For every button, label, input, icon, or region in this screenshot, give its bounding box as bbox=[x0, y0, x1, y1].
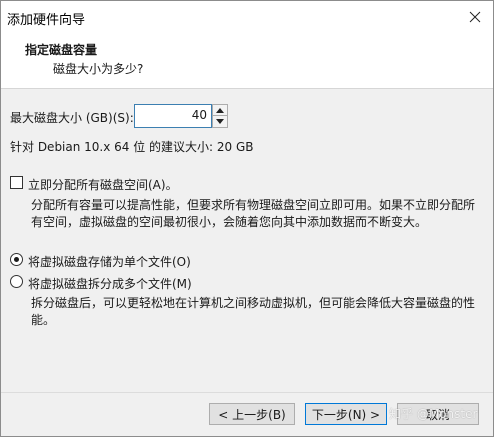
radio-selected-dot bbox=[14, 257, 19, 262]
triangle-down-icon bbox=[216, 119, 224, 124]
page-subtitle: 磁盘大小为多少? bbox=[53, 62, 144, 76]
watermark: 知乎 @Monster bbox=[389, 407, 478, 421]
footer-divider bbox=[1, 392, 493, 393]
split-description-line: 能。 bbox=[31, 313, 56, 327]
split-description-line: 拆分磁盘后，可以更轻松地在计算机之间移动虚拟机，但可能会降低大容量磁盘的性 bbox=[31, 296, 476, 310]
stepper-down-button[interactable] bbox=[213, 116, 227, 127]
allocate-description: 分配所有容量可以提高性能，但要求所有物理磁盘空间立即可用。如果不立即分配所 有空… bbox=[31, 197, 475, 231]
disk-size-value: 40 bbox=[191, 108, 207, 122]
multiple-files-label[interactable]: 将虚拟磁盘拆分成多个文件(M) bbox=[28, 275, 192, 292]
wizard-header: 指定磁盘容量 磁盘大小为多少? bbox=[1, 33, 493, 89]
single-file-label[interactable]: 将虚拟磁盘存储为单个文件(O) bbox=[28, 253, 191, 270]
wizard-window: 添加硬件向导 指定磁盘容量 磁盘大小为多少? 最大磁盘大小 (GB)(S): 4… bbox=[0, 0, 494, 437]
disk-size-label: 最大磁盘大小 (GB)(S): bbox=[10, 111, 134, 125]
back-button[interactable]: < 上一步(B) bbox=[209, 403, 295, 425]
disk-size-input[interactable]: 40 bbox=[134, 104, 212, 128]
title-bar: 添加硬件向导 bbox=[1, 1, 493, 33]
allocate-description-line: 有空间，虚拟磁盘的空间最初很小，会随着您向其中添加数据而不断变大。 bbox=[31, 215, 428, 229]
allocate-description-line: 分配所有容量可以提高性能，但要求所有物理磁盘空间立即可用。如果不立即分配所 bbox=[31, 198, 476, 212]
window-title: 添加硬件向导 bbox=[7, 13, 86, 28]
next-button[interactable]: 下一步(N) > bbox=[305, 403, 387, 425]
close-icon bbox=[469, 11, 481, 23]
close-button[interactable] bbox=[463, 5, 487, 29]
multiple-files-radio[interactable] bbox=[10, 275, 23, 288]
allocate-now-label[interactable]: 立即分配所有磁盘空间(A)。 bbox=[28, 176, 178, 193]
stepper-up-button[interactable] bbox=[213, 105, 227, 116]
triangle-up-icon bbox=[216, 107, 224, 113]
page-title: 指定磁盘容量 bbox=[25, 43, 98, 57]
allocate-now-checkbox[interactable] bbox=[10, 176, 23, 189]
split-description: 拆分磁盘后，可以更轻松地在计算机之间移动虚拟机，但可能会降低大容量磁盘的性 能。 bbox=[31, 295, 475, 329]
recommended-size-text: 针对 Debian 10.x 64 位 的建议大小: 20 GB bbox=[10, 140, 254, 154]
disk-size-stepper bbox=[212, 104, 228, 128]
single-file-radio[interactable] bbox=[10, 253, 23, 266]
